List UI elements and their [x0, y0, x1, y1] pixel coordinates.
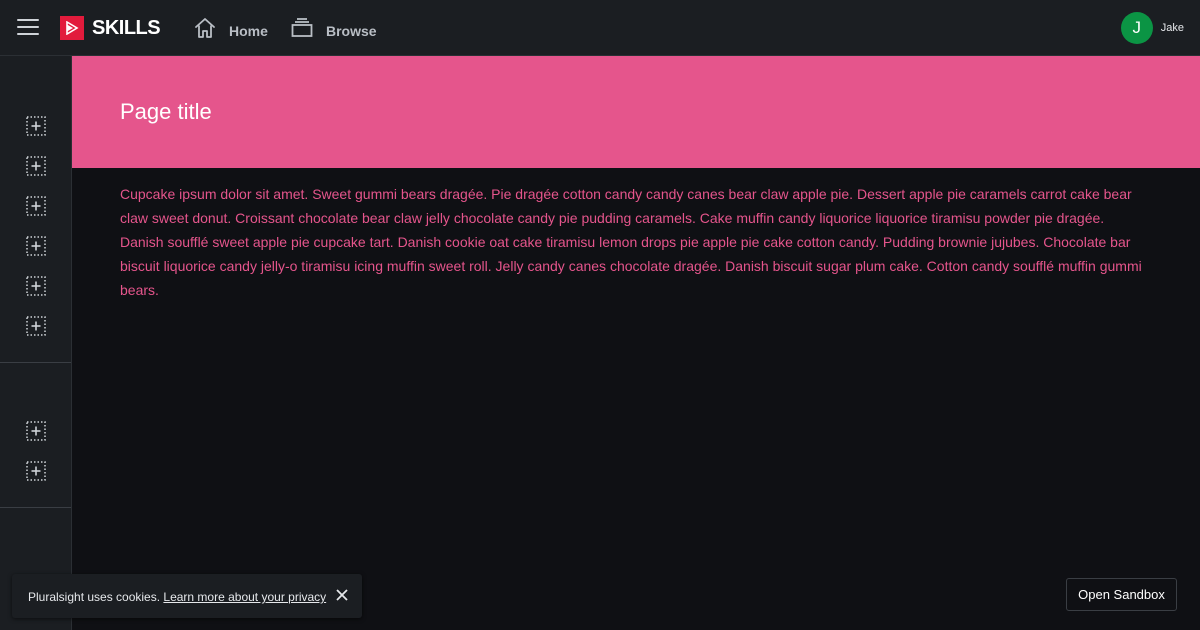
pluralsight-logo-icon [60, 16, 84, 40]
page-banner: Page title [72, 56, 1200, 168]
sidebar [0, 56, 72, 630]
dotted-plus-icon [26, 276, 46, 300]
nav-home[interactable]: Home [193, 16, 268, 45]
dotted-plus-icon [26, 196, 46, 220]
home-icon [193, 16, 217, 45]
sidebar-item-8[interactable] [26, 461, 46, 481]
sidebar-divider [0, 362, 71, 363]
page-title: Page title [120, 99, 212, 124]
sidebar-item-5[interactable] [26, 276, 46, 296]
sidebar-item-2[interactable] [26, 156, 46, 176]
sidebar-item-7[interactable] [26, 421, 46, 441]
dotted-plus-icon [26, 116, 46, 140]
open-sandbox-button[interactable]: Open Sandbox [1066, 578, 1177, 611]
dotted-plus-icon [26, 461, 46, 485]
privacy-link[interactable]: Learn more about your privacy [163, 590, 326, 604]
nav-browse[interactable]: Browse [290, 16, 377, 45]
sidebar-item-1[interactable] [26, 116, 46, 136]
dotted-plus-icon [26, 236, 46, 260]
browse-icon [290, 16, 314, 45]
nav-browse-label: Browse [326, 22, 377, 39]
dotted-plus-icon [26, 316, 46, 340]
sidebar-item-4[interactable] [26, 236, 46, 256]
top-navigation-bar: SKILLS Home Browse J Jake [0, 0, 1200, 56]
body-paragraph: Cupcake ipsum dolor sit amet. Sweet gumm… [120, 186, 1142, 298]
sidebar-divider [0, 507, 71, 508]
sidebar-item-3[interactable] [26, 196, 46, 216]
avatar: J [1120, 12, 1153, 44]
dotted-plus-icon [26, 156, 46, 180]
cookie-message: Pluralsight uses cookies. Learn more abo… [28, 590, 326, 604]
nav-home-label: Home [229, 22, 268, 39]
dotted-plus-icon [26, 421, 46, 445]
skills-logo[interactable]: SKILLS [60, 16, 161, 40]
username: Jake [1160, 22, 1184, 34]
cookie-text: Pluralsight uses cookies. [28, 590, 164, 604]
brand-name: SKILLS [92, 16, 161, 39]
user-menu[interactable]: J Jake [1120, 12, 1184, 44]
sidebar-item-6[interactable] [26, 316, 46, 336]
cookie-banner: Pluralsight uses cookies. Learn more abo… [12, 574, 362, 618]
close-icon[interactable] [335, 588, 349, 602]
hamburger-icon[interactable] [17, 19, 39, 37]
